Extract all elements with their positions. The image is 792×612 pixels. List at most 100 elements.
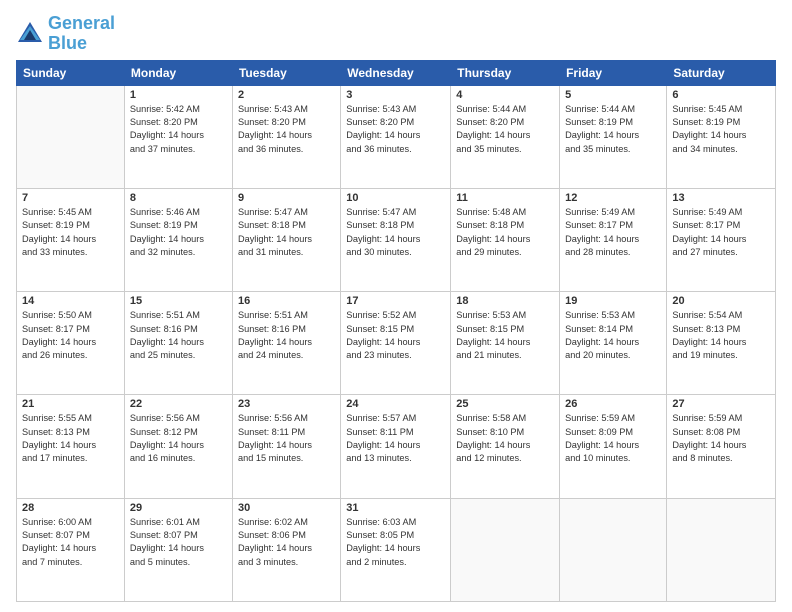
day-info: Sunrise: 5:43 AM Sunset: 8:20 PM Dayligh…: [238, 103, 335, 156]
day-cell: 9Sunrise: 5:47 AM Sunset: 8:18 PM Daylig…: [232, 188, 340, 291]
day-cell: 23Sunrise: 5:56 AM Sunset: 8:11 PM Dayli…: [232, 395, 340, 498]
day-info: Sunrise: 5:54 AM Sunset: 8:13 PM Dayligh…: [672, 309, 770, 362]
day-number: 6: [672, 89, 770, 101]
day-cell: 30Sunrise: 6:02 AM Sunset: 8:06 PM Dayli…: [232, 498, 340, 601]
day-cell: 20Sunrise: 5:54 AM Sunset: 8:13 PM Dayli…: [667, 292, 776, 395]
day-info: Sunrise: 5:51 AM Sunset: 8:16 PM Dayligh…: [130, 309, 227, 362]
day-cell: [667, 498, 776, 601]
day-info: Sunrise: 5:45 AM Sunset: 8:19 PM Dayligh…: [22, 206, 119, 259]
day-number: 31: [346, 502, 445, 514]
day-cell: [560, 498, 667, 601]
day-info: Sunrise: 6:03 AM Sunset: 8:05 PM Dayligh…: [346, 516, 445, 569]
day-number: 7: [22, 192, 119, 204]
day-info: Sunrise: 5:51 AM Sunset: 8:16 PM Dayligh…: [238, 309, 335, 362]
logo: General Blue: [16, 14, 115, 54]
day-info: Sunrise: 5:49 AM Sunset: 8:17 PM Dayligh…: [672, 206, 770, 259]
day-cell: 27 Sunrise: 5:59 AM Sunset: 8:08 PM Dayli…: [667, 395, 776, 498]
day-cell: 10Sunrise: 5:47 AM Sunset: 8:18 PM Dayli…: [341, 188, 451, 291]
weekday-thursday: Thursday: [451, 60, 560, 85]
day-cell: 1Sunrise: 5:42 AM Sunset: 8:20 PM Daylig…: [124, 85, 232, 188]
day-info: Sunrise: 5:50 AM Sunset: 8:17 PM Dayligh…: [22, 309, 119, 362]
day-cell: 7 Sunrise: 5:45 AM Sunset: 8:19 PM Daylig…: [17, 188, 125, 291]
day-cell: 18 Sunrise: 5:53 AM Sunset: 8:15 PM Dayli…: [451, 292, 560, 395]
day-cell: 8 Sunrise: 5:46 AM Sunset: 8:19 PM Daylig…: [124, 188, 232, 291]
day-number: 14: [22, 295, 119, 307]
day-info: Sunrise: 5:49 AM Sunset: 8:17 PM Dayligh…: [565, 206, 661, 259]
day-info: Sunrise: 5:44 AM Sunset: 8:20 PM Dayligh…: [456, 103, 554, 156]
day-info: Sunrise: 5:45 AM Sunset: 8:19 PM Dayligh…: [672, 103, 770, 156]
day-number: 3: [346, 89, 445, 101]
day-info: Sunrise: 5:42 AM Sunset: 8:20 PM Dayligh…: [130, 103, 227, 156]
weekday-monday: Monday: [124, 60, 232, 85]
day-info: Sunrise: 5:46 AM Sunset: 8:19 PM Dayligh…: [130, 206, 227, 259]
day-cell: 2 Sunrise: 5:43 AM Sunset: 8:20 PM Daylig…: [232, 85, 340, 188]
day-info: Sunrise: 5:57 AM Sunset: 8:11 PM Dayligh…: [346, 412, 445, 465]
day-cell: 6 Sunrise: 5:45 AM Sunset: 8:19 PM Daylig…: [667, 85, 776, 188]
day-number: 29: [130, 502, 227, 514]
day-cell: 21 Sunrise: 5:55 AM Sunset: 8:13 PM Dayli…: [17, 395, 125, 498]
day-cell: 26 Sunrise: 5:59 AM Sunset: 8:09 PM Dayli…: [560, 395, 667, 498]
day-info: Sunrise: 5:56 AM Sunset: 8:11 PM Dayligh…: [238, 412, 335, 465]
day-info: Sunrise: 5:59 AM Sunset: 8:08 PM Dayligh…: [672, 412, 770, 465]
day-cell: 14 Sunrise: 5:50 AM Sunset: 8:17 PM Dayli…: [17, 292, 125, 395]
week-row-0: 1Sunrise: 5:42 AM Sunset: 8:20 PM Daylig…: [17, 85, 776, 188]
day-number: 28: [22, 502, 119, 514]
header: General Blue: [16, 10, 776, 54]
logo-icon: [16, 20, 44, 48]
day-info: Sunrise: 5:44 AM Sunset: 8:19 PM Dayligh…: [565, 103, 661, 156]
weekday-tuesday: Tuesday: [232, 60, 340, 85]
day-number: 19: [565, 295, 661, 307]
day-number: 5: [565, 89, 661, 101]
day-cell: 19Sunrise: 5:53 AM Sunset: 8:14 PM Dayli…: [560, 292, 667, 395]
day-info: Sunrise: 5:55 AM Sunset: 8:13 PM Dayligh…: [22, 412, 119, 465]
logo-text: General Blue: [48, 14, 115, 54]
day-number: 26: [565, 398, 661, 410]
day-number: 25: [456, 398, 554, 410]
day-info: Sunrise: 6:00 AM Sunset: 8:07 PM Dayligh…: [22, 516, 119, 569]
day-number: 18: [456, 295, 554, 307]
day-cell: 29 Sunrise: 6:01 AM Sunset: 8:07 PM Dayli…: [124, 498, 232, 601]
day-info: Sunrise: 5:48 AM Sunset: 8:18 PM Dayligh…: [456, 206, 554, 259]
day-info: Sunrise: 6:01 AM Sunset: 8:07 PM Dayligh…: [130, 516, 227, 569]
day-number: 21: [22, 398, 119, 410]
day-number: 8: [130, 192, 227, 204]
day-cell: 31 Sunrise: 6:03 AM Sunset: 8:05 PM Dayli…: [341, 498, 451, 601]
day-info: Sunrise: 5:58 AM Sunset: 8:10 PM Dayligh…: [456, 412, 554, 465]
day-number: 24: [346, 398, 445, 410]
day-cell: 12 Sunrise: 5:49 AM Sunset: 8:17 PM Dayli…: [560, 188, 667, 291]
day-cell: 3 Sunrise: 5:43 AM Sunset: 8:20 PM Daylig…: [341, 85, 451, 188]
day-cell: 11 Sunrise: 5:48 AM Sunset: 8:18 PM Dayli…: [451, 188, 560, 291]
day-cell: 22Sunrise: 5:56 AM Sunset: 8:12 PM Dayli…: [124, 395, 232, 498]
weekday-wednesday: Wednesday: [341, 60, 451, 85]
day-number: 12: [565, 192, 661, 204]
weekday-friday: Friday: [560, 60, 667, 85]
day-info: Sunrise: 5:52 AM Sunset: 8:15 PM Dayligh…: [346, 309, 445, 362]
day-cell: 16 Sunrise: 5:51 AM Sunset: 8:16 PM Dayli…: [232, 292, 340, 395]
page: General Blue SundayMondayTuesdayWednesda…: [0, 0, 792, 612]
day-cell: [17, 85, 125, 188]
day-info: Sunrise: 5:53 AM Sunset: 8:15 PM Dayligh…: [456, 309, 554, 362]
week-row-2: 14 Sunrise: 5:50 AM Sunset: 8:17 PM Dayli…: [17, 292, 776, 395]
day-number: 15: [130, 295, 227, 307]
day-number: 2: [238, 89, 335, 101]
day-number: 30: [238, 502, 335, 514]
day-cell: 15 Sunrise: 5:51 AM Sunset: 8:16 PM Dayli…: [124, 292, 232, 395]
day-info: Sunrise: 5:43 AM Sunset: 8:20 PM Dayligh…: [346, 103, 445, 156]
week-row-1: 7 Sunrise: 5:45 AM Sunset: 8:19 PM Daylig…: [17, 188, 776, 291]
day-cell: 5 Sunrise: 5:44 AM Sunset: 8:19 PM Daylig…: [560, 85, 667, 188]
week-row-4: 28 Sunrise: 6:00 AM Sunset: 8:07 PM Dayli…: [17, 498, 776, 601]
calendar-table: SundayMondayTuesdayWednesdayThursdayFrid…: [16, 60, 776, 602]
day-number: 17: [346, 295, 445, 307]
weekday-header-row: SundayMondayTuesdayWednesdayThursdayFrid…: [17, 60, 776, 85]
day-cell: [451, 498, 560, 601]
day-cell: 13Sunrise: 5:49 AM Sunset: 8:17 PM Dayli…: [667, 188, 776, 291]
day-cell: 28 Sunrise: 6:00 AM Sunset: 8:07 PM Dayli…: [17, 498, 125, 601]
day-number: 16: [238, 295, 335, 307]
day-number: 11: [456, 192, 554, 204]
day-number: 4: [456, 89, 554, 101]
weekday-saturday: Saturday: [667, 60, 776, 85]
weekday-sunday: Sunday: [17, 60, 125, 85]
day-number: 27: [672, 398, 770, 410]
day-info: Sunrise: 5:59 AM Sunset: 8:09 PM Dayligh…: [565, 412, 661, 465]
day-cell: 24 Sunrise: 5:57 AM Sunset: 8:11 PM Dayli…: [341, 395, 451, 498]
